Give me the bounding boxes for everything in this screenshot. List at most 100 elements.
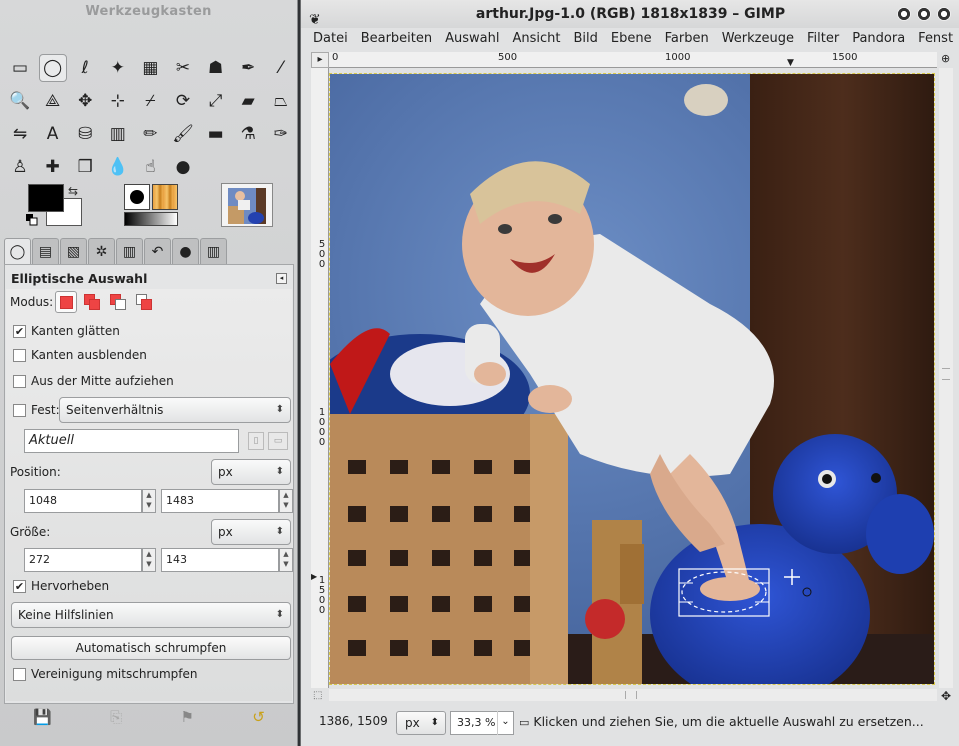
vertical-ruler[interactable]: 500 1000 1500 ▶ xyxy=(311,68,329,688)
tab-brushes-icon[interactable]: ✲ xyxy=(88,238,115,264)
menu-auswahl[interactable]: Auswahl xyxy=(445,28,499,50)
reset-options-icon[interactable]: ↺ xyxy=(252,708,265,726)
menu-bild[interactable]: Bild xyxy=(574,28,598,50)
mode-intersect-button[interactable] xyxy=(133,291,155,313)
bucket-fill-icon[interactable]: ⛁ xyxy=(71,120,99,148)
scale-icon[interactable]: ⤢ xyxy=(202,87,230,115)
scrollbar-thumb[interactable] xyxy=(625,691,637,699)
delete-options-icon[interactable]: ⚑ xyxy=(180,708,193,726)
foreground-select-icon[interactable]: ☗ xyxy=(202,54,230,82)
mode-replace-button[interactable] xyxy=(55,291,77,313)
horizontal-ruler[interactable]: 0 500 1000 1500 ▼ xyxy=(329,52,937,68)
menu-ebene[interactable]: Ebene xyxy=(611,28,652,50)
highlight-checkbox[interactable]: ✔ xyxy=(13,580,26,593)
menu-werkzeuge[interactable]: Werkzeuge xyxy=(722,28,794,50)
tab-tool-options-icon[interactable]: ◯ xyxy=(4,238,31,265)
menu-fenster[interactable]: Fenst xyxy=(918,28,953,50)
scissors-select-icon[interactable]: ✂ xyxy=(169,54,197,82)
shear-icon[interactable]: ▰ xyxy=(234,87,262,115)
menu-ansicht[interactable]: Ansicht xyxy=(512,28,560,50)
tab-patterns-icon[interactable]: ▥ xyxy=(200,238,227,264)
fuzzy-select-icon[interactable]: ✦ xyxy=(104,54,132,82)
dodge-burn-icon[interactable]: ● xyxy=(169,153,197,181)
size-width-input[interactable]: 272 xyxy=(24,548,142,572)
swap-colors-icon[interactable]: ⇆ xyxy=(68,184,78,198)
vertical-scrollbar[interactable] xyxy=(939,68,953,688)
tab-undo-icon[interactable]: ↶ xyxy=(144,238,171,264)
zoom-dropdown-icon[interactable]: ⌄ xyxy=(497,711,513,735)
fixed-mode-select[interactable]: Seitenverhältnis ⬍ xyxy=(59,397,291,423)
size-height-input[interactable]: 143 xyxy=(161,548,279,572)
ink-icon[interactable]: ✑ xyxy=(267,120,295,148)
airbrush-icon[interactable]: ⚗ xyxy=(234,120,262,148)
paintbrush-icon[interactable]: 🖌 xyxy=(169,120,197,148)
fixed-checkbox[interactable] xyxy=(13,404,26,417)
position-y-spinner[interactable]: ▲ ▼ xyxy=(279,489,293,513)
ellipse-select-icon[interactable]: ◯ xyxy=(38,54,67,82)
free-select-icon[interactable]: ℓ xyxy=(71,54,99,82)
zoom-icon[interactable]: 🔍 xyxy=(6,87,34,115)
tab-gradients-icon[interactable]: ▥ xyxy=(116,238,143,264)
from-center-checkbox[interactable] xyxy=(13,375,26,388)
default-colors-icon[interactable] xyxy=(26,214,38,226)
mode-subtract-button[interactable] xyxy=(107,291,129,313)
position-x-spinner[interactable]: ▲ ▼ xyxy=(142,489,156,513)
aspect-ratio-entry[interactable]: Aktuell xyxy=(24,429,239,453)
perspective-icon[interactable]: ⏢ xyxy=(267,87,295,115)
clone-icon[interactable]: ♙ xyxy=(6,153,34,181)
foreground-color-swatch[interactable] xyxy=(28,184,64,212)
active-image-thumbnail[interactable] xyxy=(221,183,273,227)
menu-datei[interactable]: Datei xyxy=(313,28,348,50)
maximize-icon[interactable] xyxy=(917,7,931,21)
rect-select-icon[interactable]: ▭ xyxy=(6,54,34,82)
restore-options-icon[interactable]: ⎘ xyxy=(110,708,122,726)
measure-icon[interactable]: ⟁ xyxy=(39,87,67,115)
tab-brush-icon[interactable]: ● xyxy=(172,238,199,264)
text-icon[interactable]: A xyxy=(39,120,67,148)
size-width-spinner[interactable]: ▲ ▼ xyxy=(142,548,156,572)
navigate-icon[interactable]: ✥ xyxy=(941,689,951,703)
menu-pandora[interactable]: Pandora xyxy=(852,28,905,50)
blend-icon[interactable]: ▥ xyxy=(104,120,132,148)
position-y-input[interactable]: 1483 xyxy=(161,489,279,513)
horizontal-scrollbar[interactable] xyxy=(329,689,937,701)
perspective-clone-icon[interactable]: ❒ xyxy=(71,153,99,181)
save-options-icon[interactable]: 💾 xyxy=(33,708,52,726)
shrink-merged-checkbox[interactable] xyxy=(13,668,26,681)
quick-mask-icon[interactable]: ⬚ xyxy=(313,690,322,701)
landscape-icon[interactable]: ▭ xyxy=(268,432,288,450)
select-by-color-icon[interactable]: ▦ xyxy=(136,54,164,82)
tab-layers-icon[interactable]: ▧ xyxy=(60,238,87,264)
zoom-image-icon[interactable]: ⊕ xyxy=(941,52,950,65)
ruler-menu-icon[interactable]: ▸ xyxy=(311,52,329,68)
guides-select[interactable]: Keine Hilfslinien ⬍ xyxy=(11,602,291,628)
crop-icon[interactable]: ⌿ xyxy=(136,87,164,115)
flip-icon[interactable]: ⇋ xyxy=(6,120,34,148)
position-unit-select[interactable]: px ⬍ xyxy=(211,459,291,485)
move-icon[interactable]: ✥ xyxy=(71,87,99,115)
minimize-icon[interactable] xyxy=(897,7,911,21)
align-icon[interactable]: ⊹ xyxy=(104,87,132,115)
menu-farben[interactable]: Farben xyxy=(665,28,709,50)
size-unit-select[interactable]: px ⬍ xyxy=(211,519,291,545)
pattern-indicator[interactable] xyxy=(152,184,178,210)
eraser-icon[interactable]: ▬ xyxy=(202,120,230,148)
close-icon[interactable] xyxy=(937,7,951,21)
paths-icon[interactable]: ✒ xyxy=(234,54,262,82)
blur-icon[interactable]: 💧 xyxy=(104,153,132,181)
antialias-checkbox[interactable]: ✔ xyxy=(13,325,26,338)
gradient-indicator[interactable] xyxy=(124,212,178,226)
color-picker-icon[interactable]: ⁄ xyxy=(267,54,295,82)
scrollbar-thumb[interactable] xyxy=(942,368,950,380)
auto-shrink-button[interactable]: Automatisch schrumpfen xyxy=(11,636,291,660)
panel-menu-icon[interactable]: ◂ xyxy=(276,273,287,284)
pencil-icon[interactable]: ✏ xyxy=(136,120,164,148)
smudge-icon[interactable]: ☝ xyxy=(136,153,164,181)
portrait-icon[interactable]: ▯ xyxy=(248,432,264,450)
menu-filter[interactable]: Filter xyxy=(807,28,839,50)
rotate-icon[interactable]: ⟳ xyxy=(169,87,197,115)
size-height-spinner[interactable]: ▲ ▼ xyxy=(279,548,293,572)
status-unit-select[interactable]: px ⬍ xyxy=(396,711,446,735)
heal-icon[interactable]: ✚ xyxy=(39,153,67,181)
image-canvas[interactable] xyxy=(329,73,935,685)
